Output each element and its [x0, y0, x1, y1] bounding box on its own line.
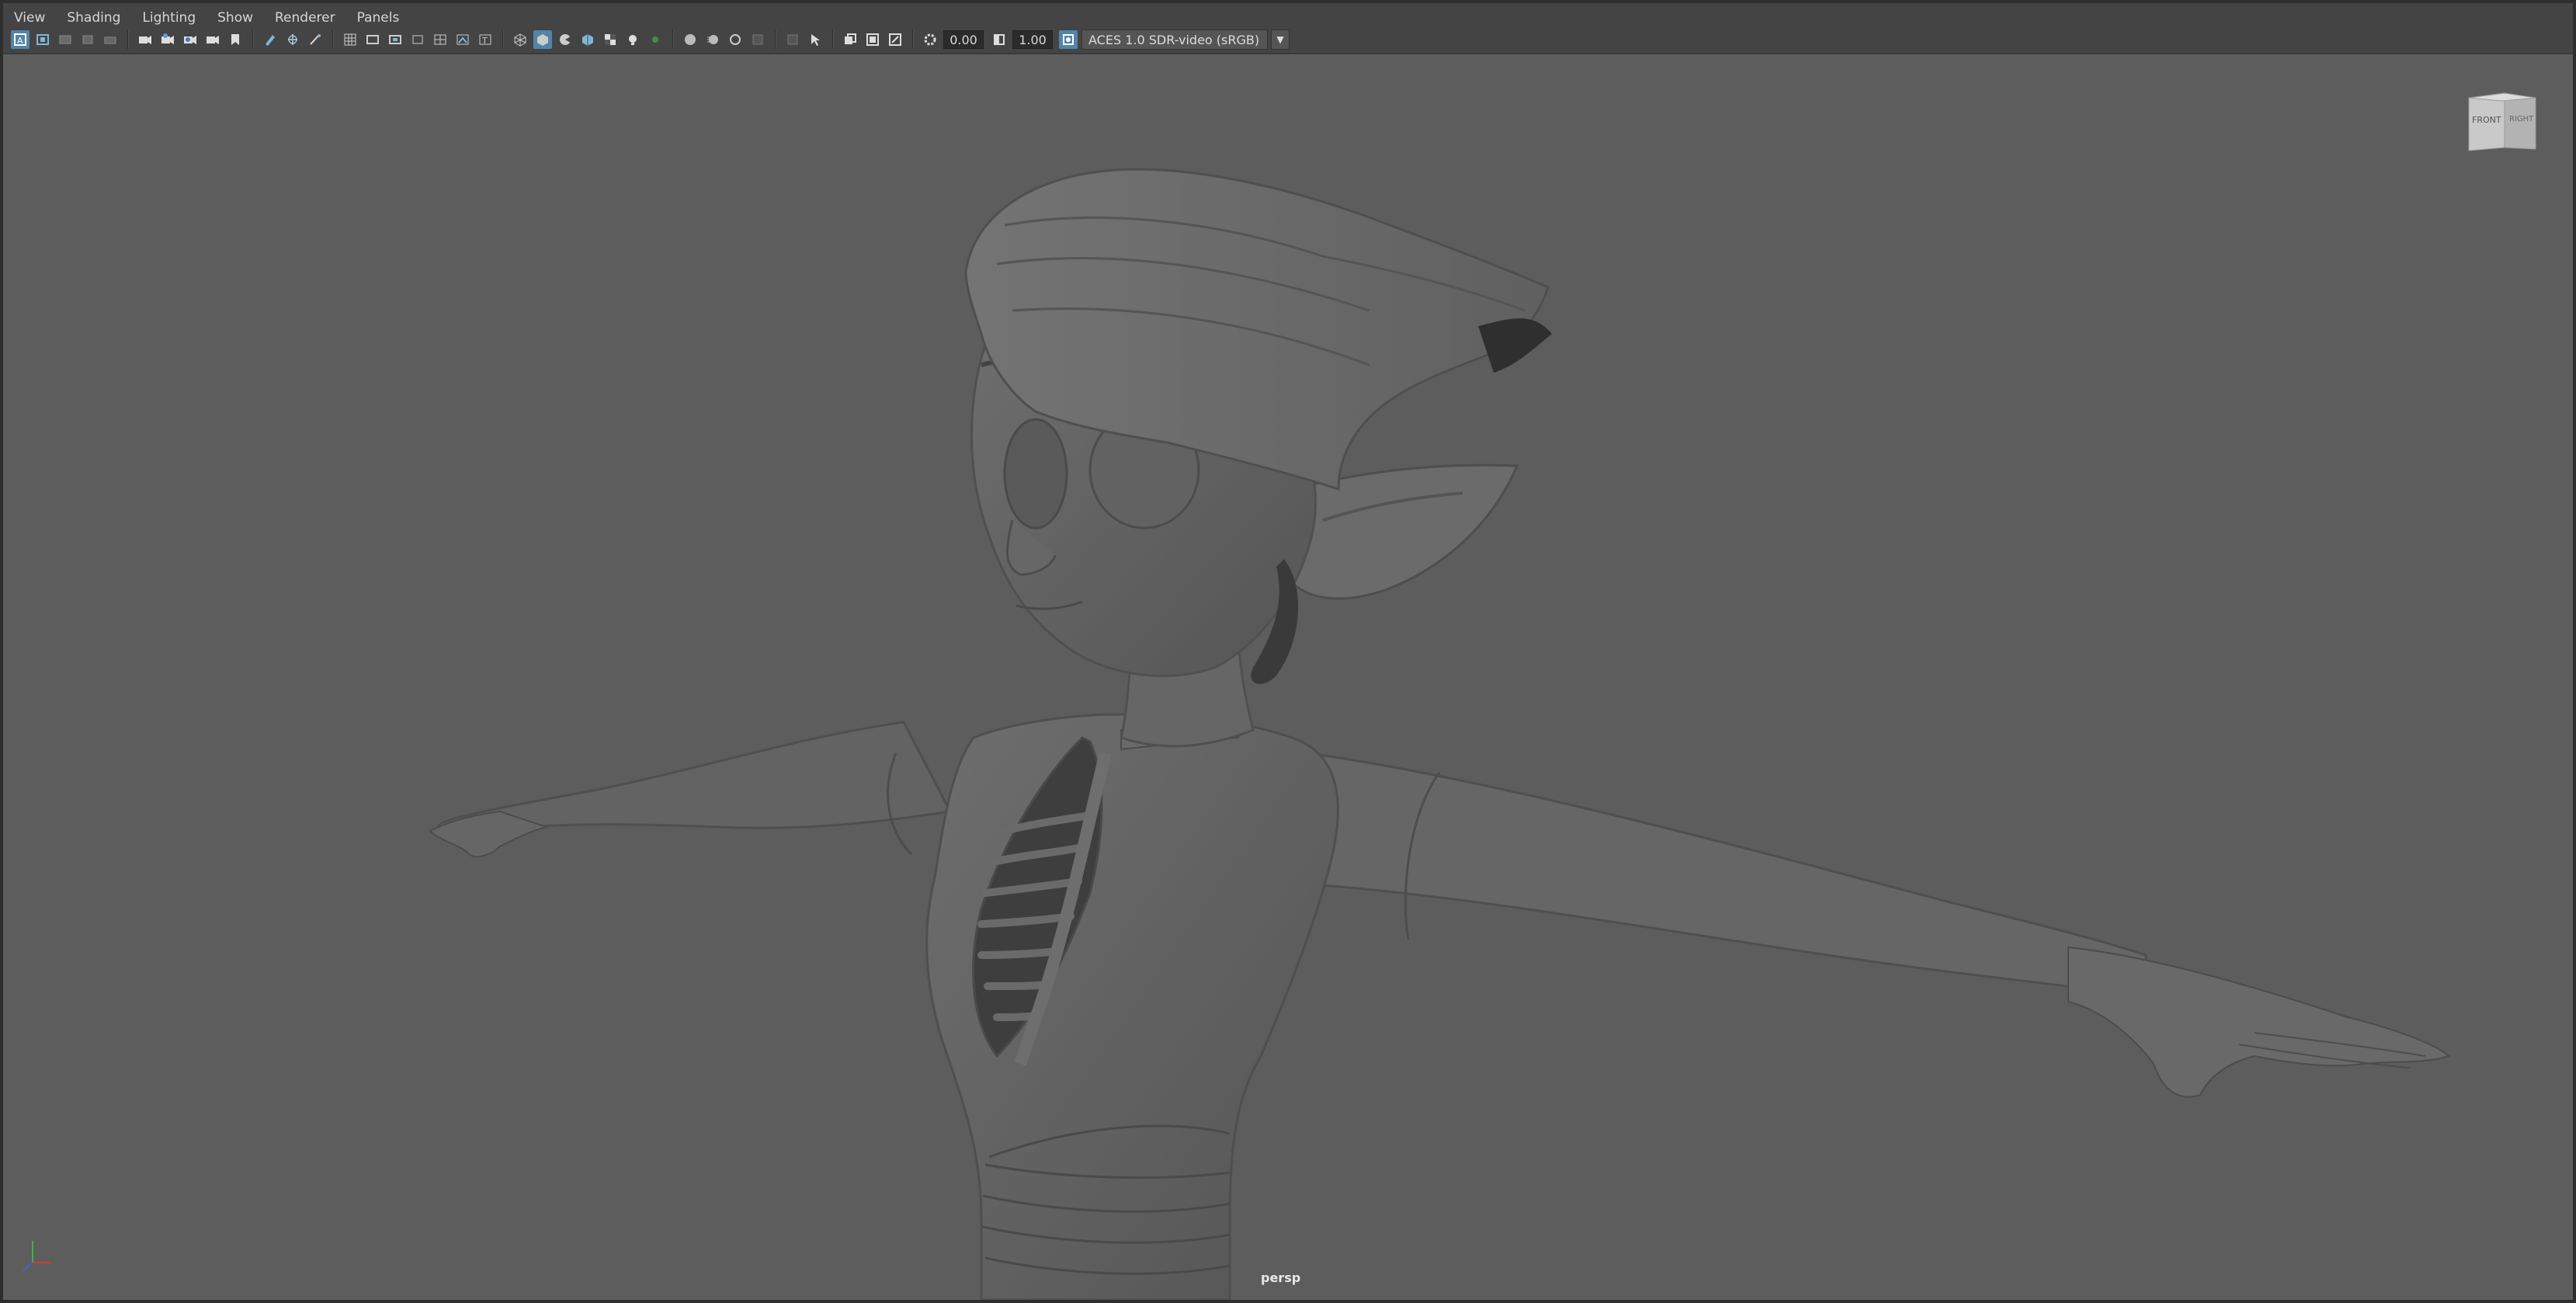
menu-show[interactable]: Show — [217, 10, 253, 26]
hud-icon[interactable] — [886, 30, 904, 49]
view-2d-pan-icon[interactable] — [101, 30, 120, 49]
default-material-icon[interactable] — [556, 30, 575, 49]
panel-toolbar: A T 0.00 1.00 ACES 1.0 SDR-video (sRGB) … — [3, 26, 2573, 54]
svg-text:T: T — [481, 36, 488, 46]
xray-icon[interactable] — [806, 30, 825, 49]
grid-icon[interactable] — [341, 30, 359, 49]
toolbar-separator — [332, 30, 334, 49]
use-all-lights-icon[interactable] — [623, 30, 642, 49]
gate-mask-icon[interactable] — [363, 30, 382, 49]
smooth-shade-icon[interactable] — [533, 30, 552, 49]
bookmark-icon[interactable] — [226, 30, 245, 49]
left-eye — [1003, 418, 1068, 530]
toolbar-separator — [832, 30, 834, 49]
right-hand — [2067, 946, 2450, 1098]
camera-icon[interactable] — [136, 30, 154, 49]
ambient-occlusion-icon[interactable] — [681, 30, 700, 49]
toolbar-separator — [775, 30, 776, 49]
resolution-gate-icon[interactable] — [306, 30, 325, 49]
snapshot-icon[interactable] — [181, 30, 200, 49]
viewcube-front-label[interactable]: FRONT — [2472, 115, 2501, 125]
text-gate-icon[interactable]: T — [476, 30, 495, 49]
svg-text:A: A — [17, 36, 23, 46]
textured-icon[interactable] — [578, 30, 597, 49]
right-arm — [1306, 752, 2147, 999]
toolbar-separator — [502, 30, 504, 49]
exposure-field[interactable]: 0.00 — [943, 30, 984, 49]
backface-culling-icon[interactable] — [863, 30, 882, 49]
gamma-field[interactable]: 1.00 — [1012, 30, 1053, 49]
3d-viewport[interactable]: FRONT RIGHT persp — [3, 54, 2573, 1300]
film-gate-icon[interactable] — [283, 30, 302, 49]
exposure-icon[interactable] — [921, 30, 939, 49]
gamma-icon[interactable] — [990, 30, 1009, 49]
menu-renderer[interactable]: Renderer — [275, 10, 335, 26]
lock-camera-icon[interactable] — [158, 30, 177, 49]
motion-blur-icon[interactable] — [703, 30, 722, 49]
toolbar-separator — [912, 30, 914, 49]
xray-joints-icon[interactable] — [841, 30, 859, 49]
grease-pencil-icon[interactable] — [261, 30, 279, 49]
depth-of-field-icon[interactable] — [748, 30, 767, 49]
safe-action-icon[interactable] — [408, 30, 427, 49]
color-management-icon[interactable] — [1059, 30, 1078, 49]
anti-aliasing-icon[interactable] — [726, 30, 745, 49]
safe-title-icon[interactable] — [431, 30, 450, 49]
menu-panels[interactable]: Panels — [357, 10, 400, 26]
toolbar-separator — [252, 30, 254, 49]
character-model — [429, 168, 2450, 1300]
viewcube-right-label[interactable]: RIGHT — [2509, 115, 2533, 123]
menu-view[interactable]: View — [14, 10, 45, 26]
shadows-icon[interactable] — [646, 30, 665, 49]
view-cube[interactable]: FRONT RIGHT — [2466, 92, 2539, 154]
axis-gizmo — [14, 1235, 61, 1281]
playblast-icon[interactable] — [203, 30, 222, 49]
menu-lighting[interactable]: Lighting — [142, 10, 196, 26]
image-plane-icon[interactable] — [78, 30, 97, 49]
z-axis-line — [23, 1262, 33, 1271]
select-camera-icon[interactable]: A — [11, 30, 30, 49]
camera-name-label: persp — [1261, 1270, 1301, 1285]
toolbar-separator — [672, 30, 674, 49]
wireframe-icon[interactable] — [511, 30, 529, 49]
camera-attributes-icon[interactable] — [33, 30, 52, 49]
checker-icon[interactable] — [601, 30, 620, 49]
chevron-down-icon[interactable]: ▼ — [1271, 30, 1290, 50]
view-transform-select[interactable]: ACES 1.0 SDR-video (sRGB) — [1081, 30, 1268, 50]
field-chart-icon[interactable] — [386, 30, 404, 49]
resolution-gate-icon[interactable] — [453, 30, 472, 49]
toolbar-separator — [127, 30, 129, 49]
bookmarks-icon[interactable] — [56, 30, 75, 49]
menu-shading[interactable]: Shading — [67, 10, 120, 26]
isolate-select-icon[interactable] — [783, 30, 802, 49]
